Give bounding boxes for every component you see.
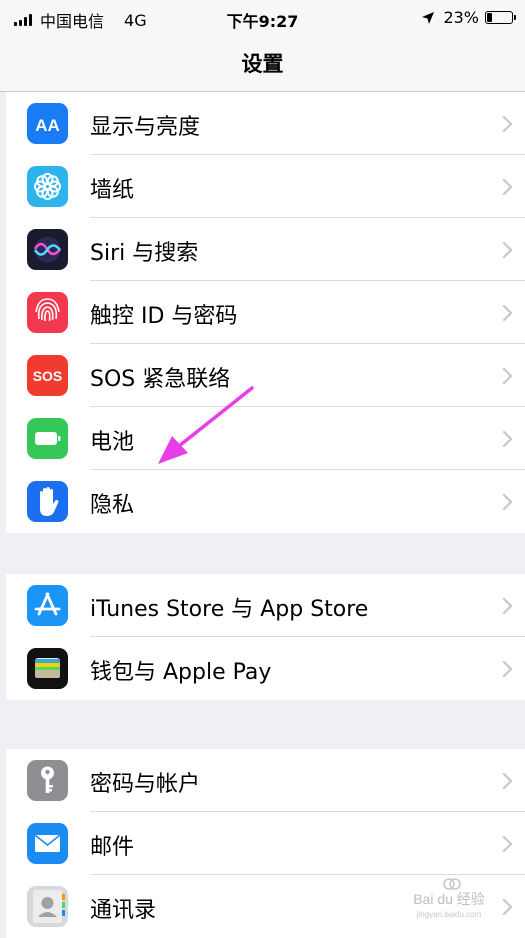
- settings-row[interactable]: 邮件: [6, 812, 525, 875]
- battery-icon: [485, 11, 516, 24]
- contacts-icon: [27, 886, 68, 927]
- chevron-right-icon: [502, 430, 513, 448]
- chevron-right-icon: [502, 772, 513, 790]
- svg-text:AA: AA: [35, 116, 60, 135]
- svg-text:SOS: SOS: [33, 368, 63, 384]
- fingerprint-icon: [27, 292, 68, 333]
- settings-row[interactable]: Siri 与搜索: [6, 218, 525, 281]
- settings-row[interactable]: 触控 ID 与密码: [6, 281, 525, 344]
- row-label: 墙纸: [90, 178, 135, 203]
- watermark-text: Bai du 经验: [413, 891, 485, 907]
- baidu-jingyan-watermark: Bai du 经验 jingyan.baidu.com: [413, 878, 485, 919]
- page-title: 设置: [241, 52, 284, 76]
- settings-row[interactable]: 电池: [6, 407, 525, 470]
- row-label: 通讯录: [90, 898, 157, 923]
- app-store-icon: [27, 585, 68, 626]
- row-label: 显示与亮度: [90, 115, 201, 140]
- row-label: 密码与帐户: [90, 772, 201, 797]
- row-label: 钱包与 Apple Pay: [90, 660, 272, 685]
- mail-icon: [27, 823, 68, 864]
- settings-row[interactable]: 密码与帐户: [6, 749, 525, 812]
- settings-group: iTunes Store 与 App Store 钱包与 Apple Pay: [6, 574, 525, 700]
- settings-row[interactable]: AA 显示与亮度: [6, 92, 525, 155]
- chevron-right-icon: [502, 178, 513, 196]
- location-arrow-icon: [422, 11, 435, 24]
- chevron-right-icon: [502, 660, 513, 678]
- battery-icon: [27, 418, 68, 459]
- settings-row[interactable]: 墙纸: [6, 155, 525, 218]
- chevron-right-icon: [502, 597, 513, 615]
- row-label: SOS 紧急联络: [90, 367, 231, 392]
- row-label: 触控 ID 与密码: [90, 304, 238, 329]
- row-label: 隐私: [90, 493, 135, 518]
- row-label: 邮件: [90, 835, 135, 860]
- navigation-bar: 设置: [0, 34, 525, 92]
- row-label: iTunes Store 与 App Store: [90, 597, 369, 622]
- settings-row[interactable]: iTunes Store 与 App Store: [6, 574, 525, 637]
- display-brightness-icon: AA: [27, 103, 68, 144]
- settings-row[interactable]: 隐私: [6, 470, 525, 533]
- status-bar: 中国电信 4G 下午9:27 23%: [0, 0, 525, 34]
- key-icon: [27, 760, 68, 801]
- battery-percent: 23%: [443, 8, 479, 27]
- watermark-subtext: jingyan.baidu.com: [416, 910, 482, 919]
- sos-icon: SOS: [27, 355, 68, 396]
- siri-icon: [27, 229, 68, 270]
- row-label: Siri 与搜索: [90, 241, 199, 266]
- hand-privacy-icon: [27, 481, 68, 522]
- chevron-right-icon: [502, 304, 513, 322]
- wallpaper-flower-icon: [27, 166, 68, 207]
- chevron-right-icon: [502, 898, 513, 916]
- chevron-right-icon: [502, 115, 513, 133]
- wallet-icon: [27, 648, 68, 689]
- settings-group: AA 显示与亮度墙纸 Siri 与搜索触控 ID 与密码 SOS SOS 紧急联络 电池隐…: [6, 92, 525, 533]
- chevron-right-icon: [502, 241, 513, 259]
- chevron-right-icon: [502, 367, 513, 385]
- row-label: 电池: [90, 430, 135, 455]
- settings-row[interactable]: SOS SOS 紧急联络: [6, 344, 525, 407]
- chevron-right-icon: [502, 835, 513, 853]
- settings-row[interactable]: 钱包与 Apple Pay: [6, 637, 525, 700]
- chevron-right-icon: [502, 493, 513, 511]
